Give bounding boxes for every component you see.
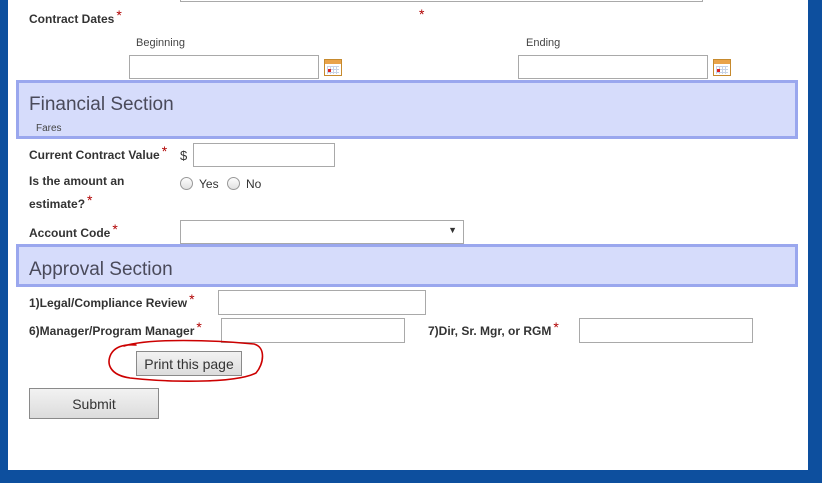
top-partial-field[interactable] <box>180 0 703 2</box>
estimate-no-radio[interactable] <box>227 177 240 190</box>
account-code-label: Account Code * <box>29 221 118 240</box>
approval-section-header: Approval Section <box>16 244 798 287</box>
fares-subtitle: Fares <box>36 123 62 134</box>
ending-required-mark: * <box>419 6 425 22</box>
ending-date-input[interactable] <box>518 55 708 79</box>
approval-section-title: Approval Section <box>29 259 173 280</box>
legal-review-label: 1)Legal/Compliance Review * <box>29 291 195 310</box>
form-panel: Contract Dates * * Beginning Ending Finan… <box>8 0 808 470</box>
estimate-yes-radio[interactable] <box>180 177 193 190</box>
legal-review-input[interactable] <box>218 290 426 315</box>
ending-label: Ending <box>526 37 561 49</box>
submit-button[interactable]: Submit <box>29 388 159 419</box>
estimate-label-line2: estimate? * <box>29 192 93 211</box>
calendar-icon[interactable] <box>324 59 342 76</box>
manager-label: 6)Manager/Program Manager * <box>29 319 202 338</box>
estimate-yes-label: Yes <box>199 177 219 191</box>
director-input[interactable] <box>579 318 753 343</box>
annotation-circle <box>108 339 264 382</box>
currency-symbol: $ <box>180 148 188 163</box>
financial-section-header: Financial Section Fares <box>16 80 798 139</box>
current-contract-value-label: Current Contract Value * <box>29 143 168 162</box>
estimate-no-label: No <box>246 177 262 191</box>
beginning-label: Beginning <box>136 37 185 49</box>
current-contract-value-input[interactable] <box>193 143 335 167</box>
beginning-date-input[interactable] <box>129 55 319 79</box>
contract-dates-label: Contract Dates * <box>29 7 122 26</box>
account-code-select[interactable]: ▼ <box>180 220 464 244</box>
financial-section-title: Financial Section <box>29 94 174 115</box>
calendar-icon[interactable] <box>713 59 731 76</box>
director-label: 7)Dir, Sr. Mgr, or RGM * <box>428 319 559 338</box>
chevron-down-icon: ▼ <box>448 225 457 235</box>
estimate-label-line1: Is the amount an <box>29 174 125 188</box>
